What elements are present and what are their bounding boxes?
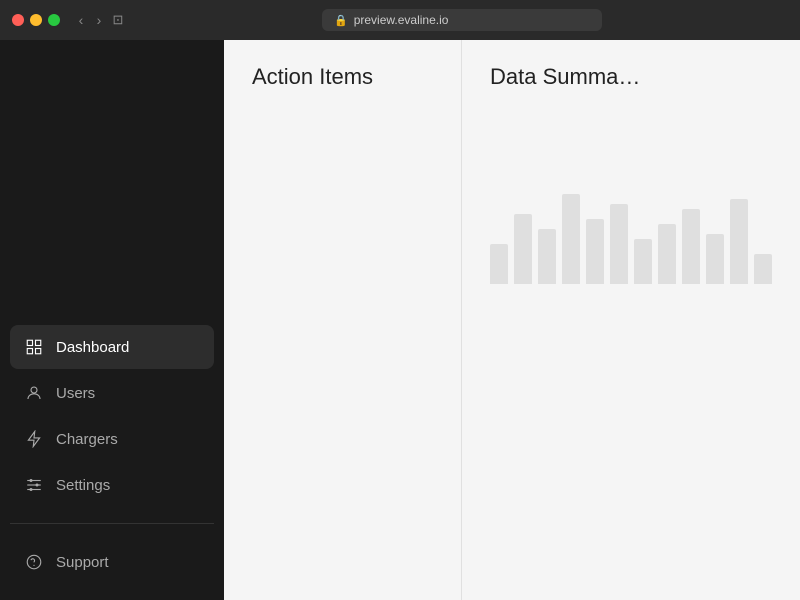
forward-button[interactable]: › [90,11,108,29]
chart-bar [754,254,772,284]
main-content: Action Items Data Summa… [224,40,800,600]
sidebar-item-settings[interactable]: Settings [10,463,214,507]
chart-bar [658,224,676,284]
app-layout: Dashboard Users Chargers [0,40,800,600]
chart-bar [730,199,748,284]
sidebar-item-dashboard[interactable]: Dashboard [10,325,214,369]
chart-bar [682,209,700,284]
chart-bar [490,244,508,284]
chart-bar [562,194,580,284]
action-items-content [252,106,433,114]
back-button[interactable]: ‹ [72,11,90,29]
sidebar-item-label-users: Users [56,385,95,402]
sidebar-item-chargers[interactable]: Chargers [10,417,214,461]
address-bar: 🔒 preview.evaline.io [322,9,602,31]
maximize-button[interactable] [48,14,60,26]
sidebar-divider [10,523,214,524]
chart-bar [586,219,604,284]
sidebar-item-label-dashboard: Dashboard [56,339,129,356]
chart-bar [538,229,556,284]
sidebar-top: Dashboard Users Chargers [0,40,224,515]
action-items-panel: Action Items [224,40,462,600]
action-items-title: Action Items [252,64,433,90]
chart-bar [610,204,628,284]
chart-bar [706,234,724,284]
traffic-lights [12,14,60,26]
reader-button[interactable]: ⊡ [108,10,128,30]
data-summary-content [490,106,772,284]
sidebar-item-label-chargers: Chargers [56,431,118,448]
close-button[interactable] [12,14,24,26]
dashboard-icon [24,337,44,357]
sidebar: Dashboard Users Chargers [0,40,224,600]
url-text: preview.evaline.io [354,13,449,27]
support-icon [24,552,44,572]
sidebar-bottom: Support [0,532,224,600]
settings-icon [24,475,44,495]
window-chrome: ‹ › ⊡ 🔒 preview.evaline.io [0,0,800,40]
lock-icon: 🔒 [334,14,348,27]
chart-bar [634,239,652,284]
chargers-icon [24,429,44,449]
users-icon [24,383,44,403]
content-panels: Action Items Data Summa… [224,40,800,600]
sidebar-item-support[interactable]: Support [10,540,214,584]
chart-area [490,194,772,284]
sidebar-item-users[interactable]: Users [10,371,214,415]
minimize-button[interactable] [30,14,42,26]
data-summary-panel: Data Summa… [462,40,800,600]
sidebar-nav: Dashboard Users Chargers [0,325,224,507]
chart-bar [514,214,532,284]
sidebar-item-label-settings: Settings [56,477,110,494]
data-summary-title: Data Summa… [490,64,772,90]
sidebar-item-label-support: Support [56,554,109,571]
